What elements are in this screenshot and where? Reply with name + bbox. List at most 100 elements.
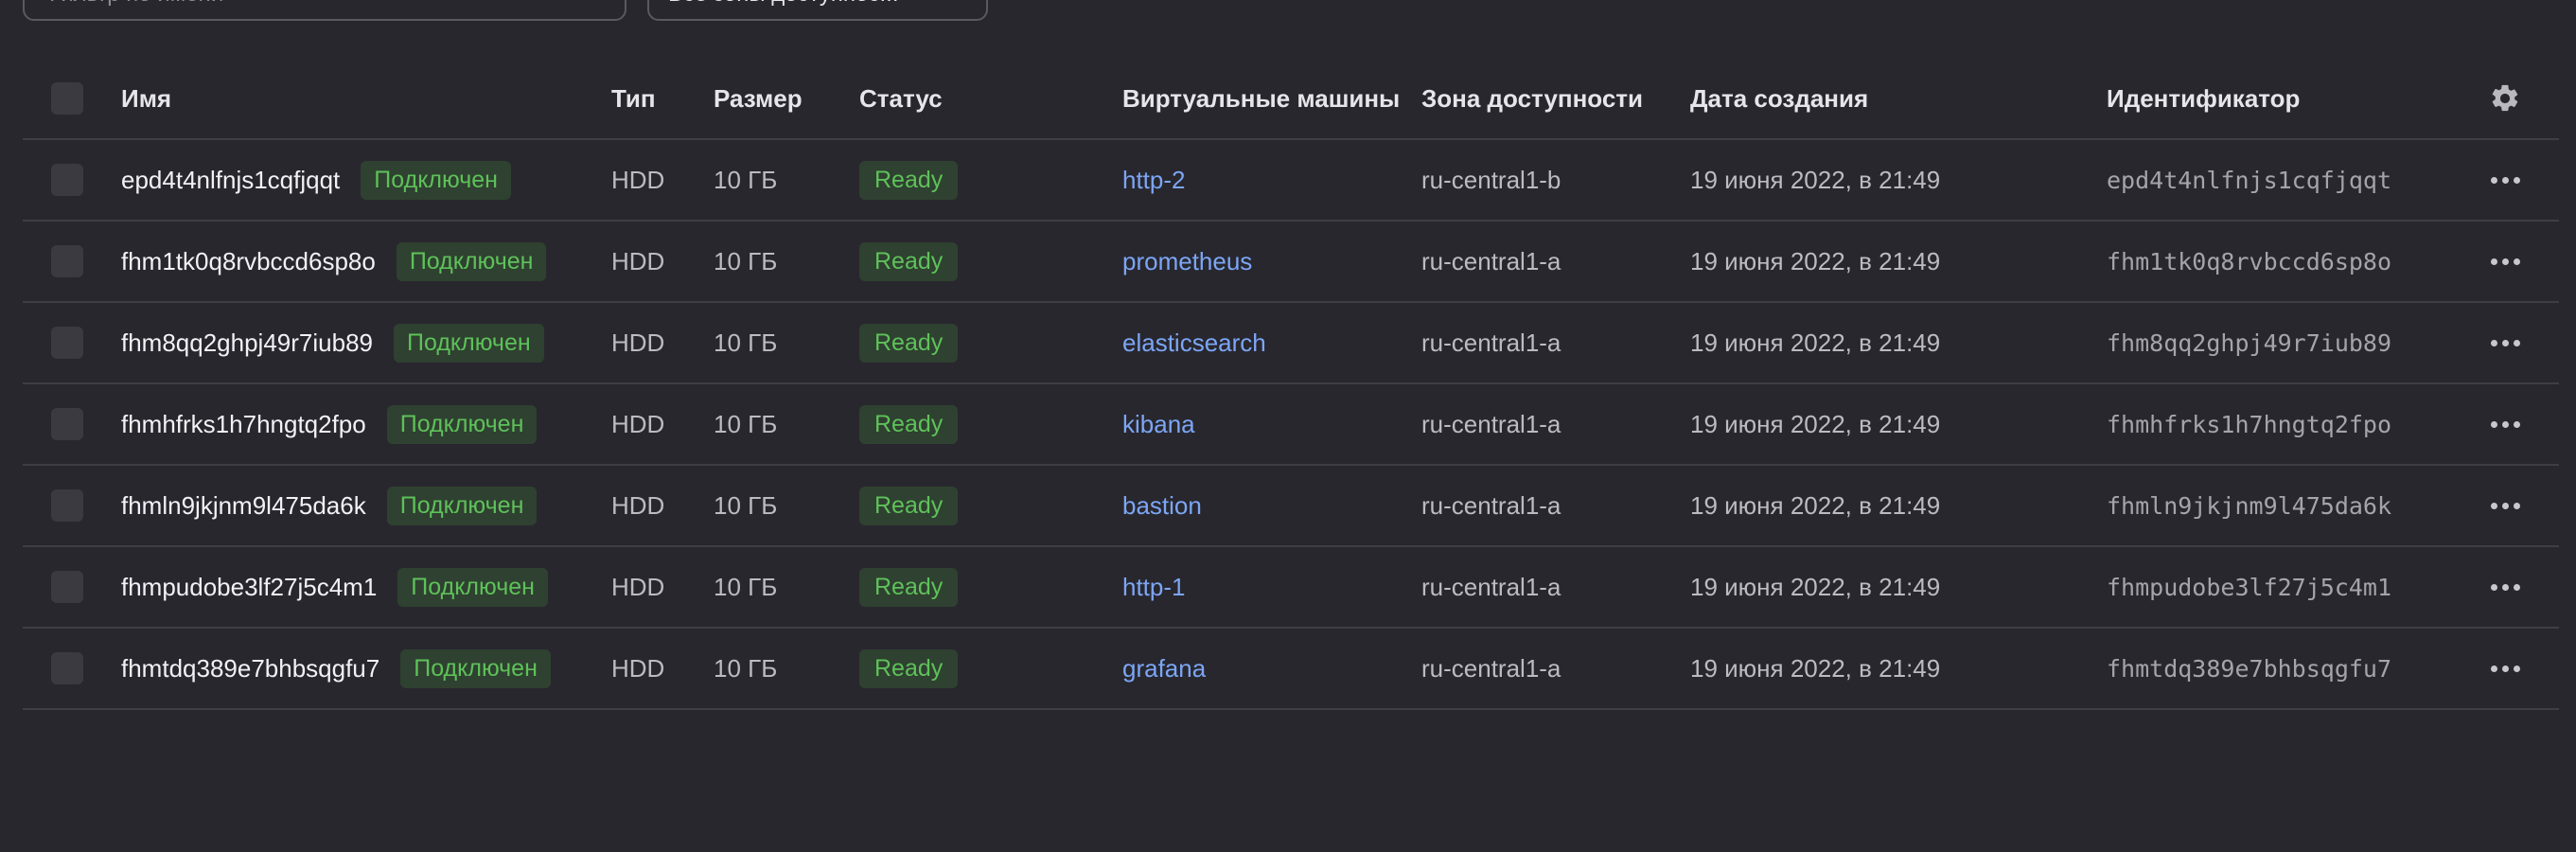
row-select-cell — [51, 466, 83, 545]
availability-zone: ru-central1-a — [1421, 653, 1561, 683]
table-row[interactable]: fhmpudobe3lf27j5c4m1 Подключен HDD 10 ГБ… — [23, 547, 2559, 629]
disk-type: HDD — [611, 165, 665, 194]
table-row[interactable]: fhmhfrks1h7hngtq2fpo Подключен HDD 10 ГБ… — [23, 384, 2559, 466]
disk-name[interactable]: fhm1tk0q8rvbccd6sp8o — [121, 247, 376, 276]
availability-zone: ru-central1-a — [1421, 572, 1561, 601]
row-actions-button[interactable] — [2483, 140, 2527, 220]
disk-size: 10 ГБ — [714, 246, 778, 275]
status-badge: Ready — [859, 567, 959, 607]
attached-badge: Подключен — [394, 323, 544, 363]
attached-badge: Подключен — [386, 404, 538, 444]
more-horizontal-icon — [2490, 420, 2520, 428]
table-row[interactable]: fhmtdq389e7bhbsqgfu7 Подключен HDD 10 ГБ… — [23, 629, 2559, 710]
row-checkbox[interactable] — [51, 164, 83, 196]
vm-cell: elasticsearch — [1122, 303, 1266, 382]
disk-type: HDD — [611, 572, 665, 601]
disk-type: HDD — [611, 490, 665, 520]
vm-link[interactable]: prometheus — [1122, 247, 1252, 276]
vm-link[interactable]: bastion — [1122, 491, 1202, 521]
row-checkbox[interactable] — [51, 408, 83, 440]
status-cell: Ready — [859, 303, 959, 382]
disk-name[interactable]: fhm8qq2ghpj49r7iub89 — [121, 328, 373, 358]
attached-badge: Подключен — [400, 648, 551, 688]
row-actions-button[interactable] — [2483, 384, 2527, 464]
disk-size: 10 ГБ — [714, 490, 778, 520]
disk-name[interactable]: epd4t4nlfnjs1cqfjqqt — [121, 166, 340, 195]
row-checkbox[interactable] — [51, 245, 83, 277]
row-actions-button[interactable] — [2483, 466, 2527, 545]
row-checkbox[interactable] — [51, 489, 83, 522]
vm-link[interactable]: grafana — [1122, 654, 1206, 683]
availability-zone: ru-central1-a — [1421, 409, 1561, 438]
table-row[interactable]: fhm8qq2ghpj49r7iub89 Подключен HDD 10 ГБ… — [23, 303, 2559, 384]
disk-id: fhmln9jkjnm9l475da6k — [2107, 491, 2392, 520]
availability-zone: ru-central1-a — [1421, 328, 1561, 357]
row-checkbox[interactable] — [51, 327, 83, 359]
row-actions-button[interactable] — [2483, 303, 2527, 382]
status-cell: Ready — [859, 222, 959, 301]
disk-type: HDD — [611, 328, 665, 357]
header-type[interactable]: Тип — [611, 59, 656, 138]
row-actions-button[interactable] — [2483, 547, 2527, 627]
vm-cell: http-1 — [1122, 547, 1186, 627]
more-horizontal-icon — [2490, 583, 2520, 591]
disk-name[interactable]: fhmpudobe3lf27j5c4m1 — [121, 573, 377, 602]
disk-name-cell: fhm1tk0q8rvbccd6sp8o Подключен — [121, 222, 547, 301]
vm-cell: kibana — [1122, 384, 1195, 464]
status-badge: Ready — [859, 486, 959, 525]
attached-badge: Подключен — [396, 241, 547, 281]
status-cell: Ready — [859, 384, 959, 464]
disk-size: 10 ГБ — [714, 572, 778, 601]
table-row[interactable]: fhmln9jkjnm9l475da6k Подключен HDD 10 ГБ… — [23, 466, 2559, 547]
more-horizontal-icon — [2490, 665, 2520, 672]
status-cell: Ready — [859, 547, 959, 627]
more-horizontal-icon — [2490, 257, 2520, 265]
availability-zone: ru-central1-a — [1421, 490, 1561, 520]
disk-name[interactable]: fhmln9jkjnm9l475da6k — [121, 491, 366, 521]
disk-name-cell: fhm8qq2ghpj49r7iub89 Подключен — [121, 303, 544, 382]
disk-name-cell: fhmpudobe3lf27j5c4m1 Подключен — [121, 547, 548, 627]
header-created[interactable]: Дата создания — [1690, 59, 1868, 138]
disk-name[interactable]: fhmtdq389e7bhbsqgfu7 — [121, 654, 379, 683]
disk-id: epd4t4nlfnjs1cqfjqqt — [2107, 166, 2392, 194]
more-horizontal-icon — [2490, 176, 2520, 184]
attached-badge: Подключен — [397, 567, 548, 607]
vm-link[interactable]: kibana — [1122, 410, 1195, 439]
created-date: 19 июня 2022, в 21:49 — [1690, 246, 1941, 275]
attached-badge: Подключен — [386, 486, 538, 525]
column-settings-button[interactable] — [2483, 59, 2527, 138]
table-header: Имя Тип Размер Статус Виртуальные машины… — [23, 59, 2559, 140]
row-select-cell — [51, 384, 83, 464]
row-actions-button[interactable] — [2483, 222, 2527, 301]
row-checkbox[interactable] — [51, 652, 83, 684]
select-all-checkbox[interactable] — [51, 82, 83, 115]
row-select-cell — [51, 140, 83, 220]
vm-link[interactable]: http-1 — [1122, 573, 1186, 602]
row-select-cell — [51, 547, 83, 627]
disk-type: HDD — [611, 246, 665, 275]
table-row[interactable]: epd4t4nlfnjs1cqfjqqt Подключен HDD 10 ГБ… — [23, 140, 2559, 222]
header-zone[interactable]: Зона доступности — [1421, 59, 1643, 138]
row-select-cell — [51, 303, 83, 382]
header-name[interactable]: Имя — [121, 59, 171, 138]
header-size[interactable]: Размер — [714, 59, 803, 138]
disk-id: fhmtdq389e7bhbsqgfu7 — [2107, 654, 2392, 683]
header-vms[interactable]: Виртуальные машины — [1122, 59, 1400, 138]
header-id[interactable]: Идентификатор — [2107, 59, 2300, 138]
disk-id: fhm8qq2ghpj49r7iub89 — [2107, 328, 2392, 357]
disk-name-cell: fhmln9jkjnm9l475da6k Подключен — [121, 466, 538, 545]
disk-type: HDD — [611, 409, 665, 438]
disk-size: 10 ГБ — [714, 165, 778, 194]
disk-name-cell: fhmhfrks1h7hngtq2fpo Подключен — [121, 384, 538, 464]
disk-name-cell: epd4t4nlfnjs1cqfjqqt Подключен — [121, 140, 511, 220]
status-badge: Ready — [859, 241, 959, 281]
name-filter-input[interactable] — [23, 0, 626, 21]
row-checkbox[interactable] — [51, 571, 83, 603]
vm-link[interactable]: http-2 — [1122, 166, 1186, 195]
header-status[interactable]: Статус — [859, 59, 943, 138]
zone-filter-select[interactable]: Все зоны доступнос... — [647, 0, 988, 21]
vm-link[interactable]: elasticsearch — [1122, 328, 1266, 358]
disk-name[interactable]: fhmhfrks1h7hngtq2fpo — [121, 410, 366, 439]
row-actions-button[interactable] — [2483, 629, 2527, 708]
table-row[interactable]: fhm1tk0q8rvbccd6sp8o Подключен HDD 10 ГБ… — [23, 222, 2559, 303]
